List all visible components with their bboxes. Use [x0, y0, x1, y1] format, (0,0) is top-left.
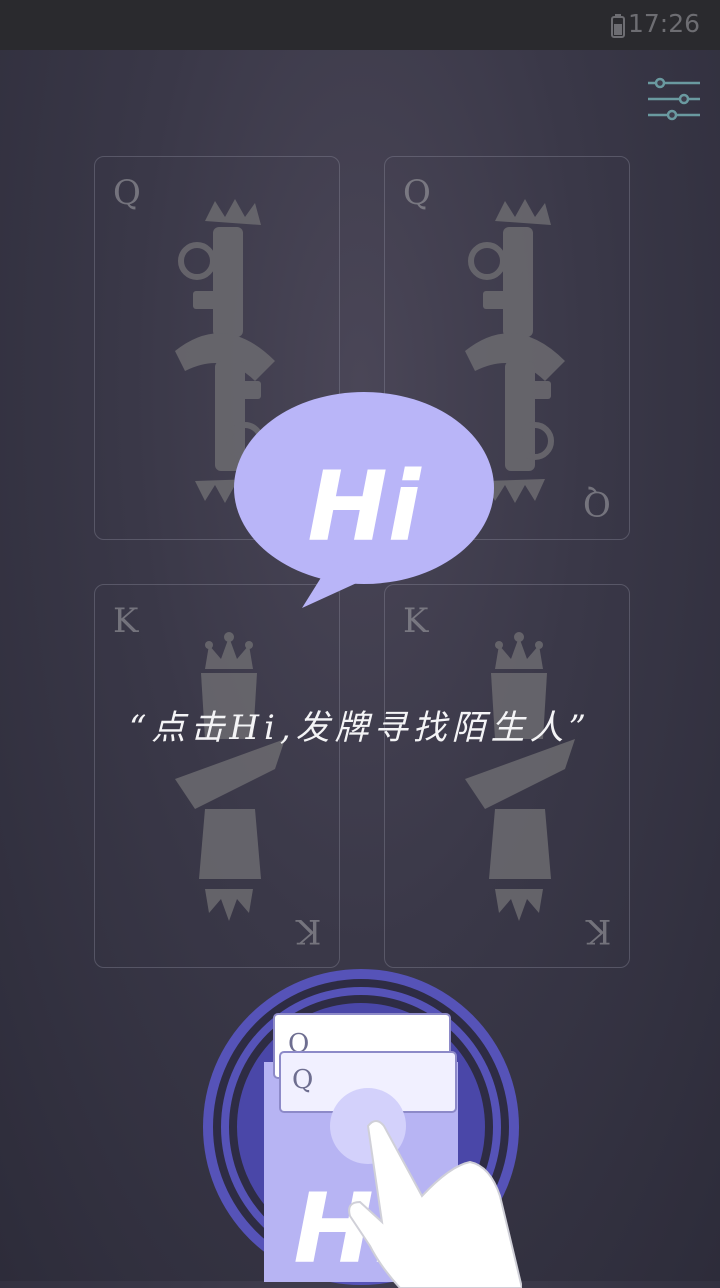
status-time: 17:26 [627, 9, 700, 38]
card-rank: K [295, 911, 321, 951]
card-king-2: K K [384, 584, 630, 968]
sliders-icon[interactable] [646, 77, 702, 123]
mini-card-rank: Q [292, 1065, 313, 1095]
king-figure-icon [465, 632, 575, 921]
hi-deal-button[interactable]: Q Q Hi [200, 966, 522, 1288]
card-king-1: K K [94, 584, 340, 968]
king-figure-icon [175, 632, 285, 921]
card-rank: Q [583, 483, 611, 523]
card-rank: K [585, 911, 611, 951]
bubble-text: Hi [307, 451, 421, 563]
hi-speech-bubble: Hi [234, 392, 494, 608]
battery-icon [611, 14, 625, 38]
instruction-text: “点击Hi,发牌寻找陌生人” [128, 708, 592, 748]
status-bar: 17:26 [0, 0, 720, 50]
